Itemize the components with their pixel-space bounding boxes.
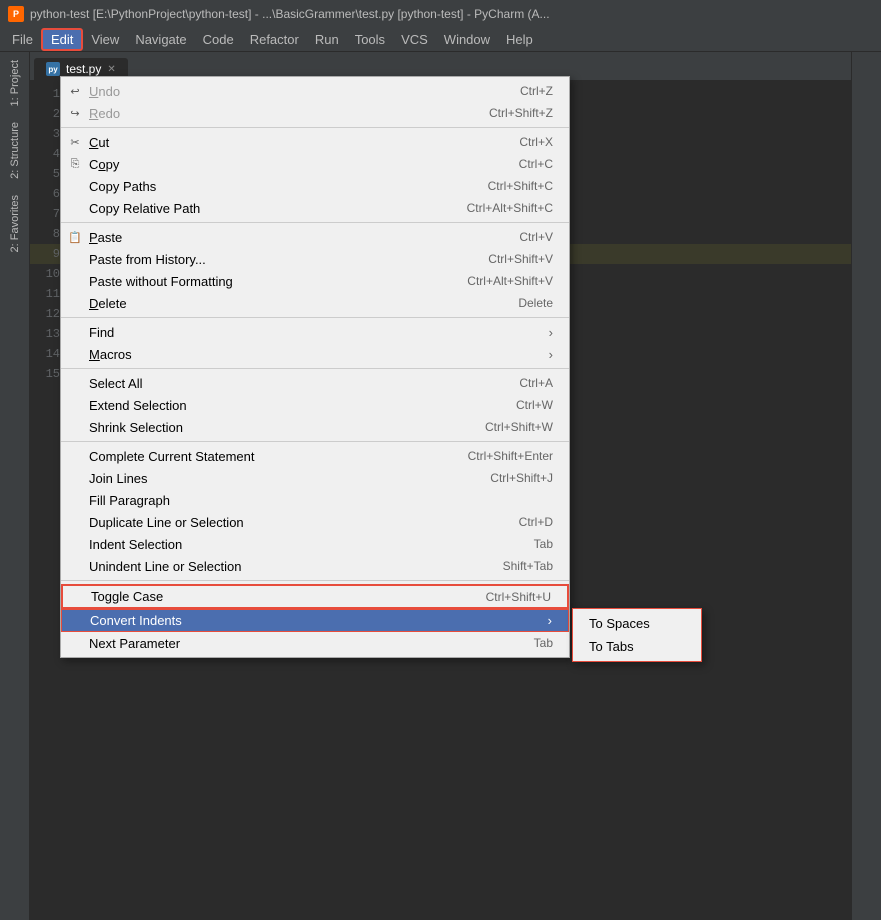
menu-refactor[interactable]: Refactor [242, 30, 307, 49]
copy-icon: ⎘ [67, 156, 83, 172]
menu-shrink-selection[interactable]: Shrink Selection Ctrl+Shift+W [61, 416, 569, 438]
title-bar: P python-test [E:\PythonProject\python-t… [0, 0, 881, 28]
separator-1 [61, 127, 569, 128]
menu-file[interactable]: File [4, 30, 41, 49]
py-icon: py [46, 62, 60, 76]
menu-select-all[interactable]: Select All Ctrl+A [61, 372, 569, 394]
separator-6 [61, 580, 569, 581]
menu-navigate[interactable]: Navigate [127, 30, 194, 49]
find-arrow-icon: › [549, 325, 553, 340]
menu-extend-selection[interactable]: Extend Selection Ctrl+W [61, 394, 569, 416]
undo-icon: ↩ [67, 83, 83, 99]
menu-copy-relative-path[interactable]: Copy Relative Path Ctrl+Alt+Shift+C [61, 197, 569, 219]
convert-indents-arrow-icon: › [548, 613, 552, 628]
right-sidebar [851, 52, 881, 920]
menu-delete[interactable]: Delete Delete [61, 292, 569, 314]
separator-4 [61, 368, 569, 369]
menu-join-lines[interactable]: Join Lines Ctrl+Shift+J [61, 467, 569, 489]
menu-next-parameter[interactable]: Next Parameter Tab [61, 632, 569, 654]
menu-vcs[interactable]: VCS [393, 30, 436, 49]
menu-run[interactable]: Run [307, 30, 347, 49]
submenu-to-tabs[interactable]: To Tabs [573, 635, 701, 658]
sidebar-tab-project[interactable]: 1: Project [5, 52, 25, 114]
sidebar-tab-favorites[interactable]: 2: Favorites [5, 187, 25, 260]
main-area: 1: Project 2: Structure 2: Favorites py … [0, 52, 881, 920]
menu-paste-from-history[interactable]: Paste from History... Ctrl+Shift+V [61, 248, 569, 270]
tab-filename: test.py [66, 62, 101, 76]
menu-view[interactable]: View [83, 30, 127, 49]
dropdown-menu: ↩ Undo Ctrl+Z ↪ Redo Ctrl+Shift+Z ✂ Cut … [60, 76, 570, 658]
menu-window[interactable]: Window [436, 30, 498, 49]
menu-macros[interactable]: Macros › [61, 343, 569, 365]
menu-copy-paths[interactable]: Copy Paths Ctrl+Shift+C [61, 175, 569, 197]
menu-unindent-line[interactable]: Unindent Line or Selection Shift+Tab [61, 555, 569, 577]
menu-bar: File Edit View Navigate Code Refactor Ru… [0, 28, 881, 52]
menu-fill-paragraph[interactable]: Fill Paragraph [61, 489, 569, 511]
sidebar-tab-structure[interactable]: 2: Structure [5, 114, 25, 187]
menu-indent-selection[interactable]: Indent Selection Tab [61, 533, 569, 555]
menu-copy[interactable]: ⎘ Copy Ctrl+C [61, 153, 569, 175]
menu-code[interactable]: Code [195, 30, 242, 49]
menu-help[interactable]: Help [498, 30, 541, 49]
tab-close-icon[interactable]: ✕ [107, 64, 115, 75]
menu-tools[interactable]: Tools [347, 30, 393, 49]
menu-paste[interactable]: 📋 Paste Ctrl+V [61, 226, 569, 248]
submenu-convert-indents: To Spaces To Tabs [572, 608, 702, 662]
title-text: python-test [E:\PythonProject\python-tes… [30, 7, 550, 21]
menu-duplicate-line[interactable]: Duplicate Line or Selection Ctrl+D [61, 511, 569, 533]
left-sidebar: 1: Project 2: Structure 2: Favorites [0, 52, 30, 920]
menu-toggle-case[interactable]: Toggle Case Ctrl+Shift+U [61, 584, 569, 609]
app-icon: P [8, 6, 24, 22]
menu-find[interactable]: Find › [61, 321, 569, 343]
menu-complete-current-statement[interactable]: Complete Current Statement Ctrl+Shift+En… [61, 445, 569, 467]
submenu-to-spaces[interactable]: To Spaces [573, 612, 701, 635]
macros-arrow-icon: › [549, 347, 553, 362]
editor-area: py test.py ✕ 1 import os 2 print(os.path… [30, 52, 851, 920]
paste-icon: 📋 [67, 229, 83, 245]
menu-undo[interactable]: ↩ Undo Ctrl+Z [61, 80, 569, 102]
separator-2 [61, 222, 569, 223]
menu-paste-without-formatting[interactable]: Paste without Formatting Ctrl+Alt+Shift+… [61, 270, 569, 292]
menu-redo[interactable]: ↪ Redo Ctrl+Shift+Z [61, 102, 569, 124]
menu-convert-indents[interactable]: Convert Indents › To Spaces To Tabs [61, 609, 569, 632]
menu-edit[interactable]: Edit [41, 28, 83, 51]
menu-cut[interactable]: ✂ Cut Ctrl+X [61, 131, 569, 153]
separator-3 [61, 317, 569, 318]
redo-icon: ↪ [67, 105, 83, 121]
separator-5 [61, 441, 569, 442]
cut-icon: ✂ [67, 134, 83, 150]
